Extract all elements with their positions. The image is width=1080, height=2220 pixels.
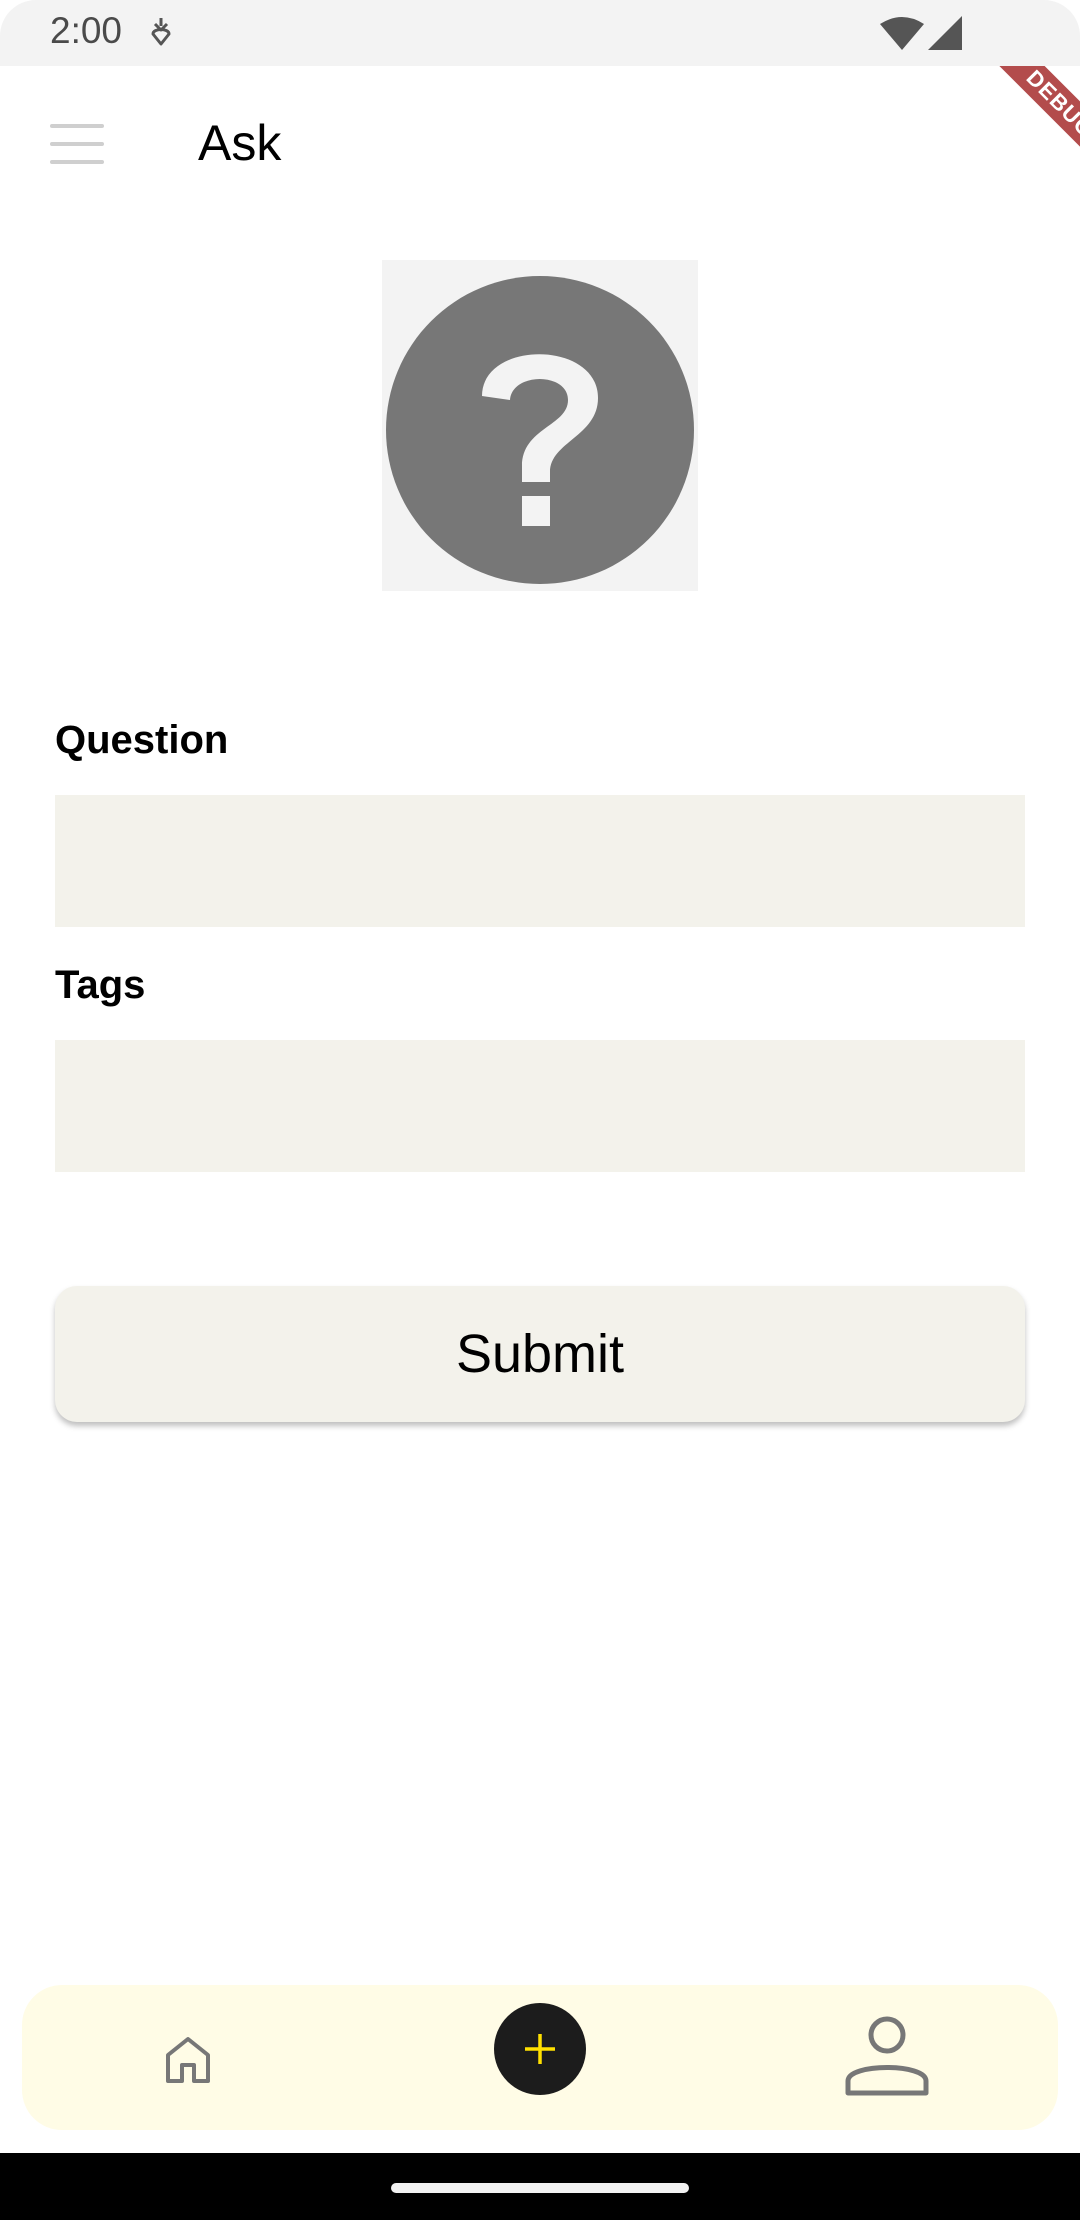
debug-banner-label: DEBUG <box>985 66 1080 179</box>
bottom-nav <box>22 1985 1058 2130</box>
submit-button[interactable]: Submit <box>55 1286 1025 1422</box>
hamburger-menu-icon[interactable] <box>50 124 104 164</box>
tags-label: Tags <box>55 963 146 1007</box>
app-bar: Ask <box>0 66 1080 222</box>
submit-button-label: Submit <box>455 1324 625 1384</box>
system-gesture-bar <box>0 2153 1080 2220</box>
question-image <box>382 260 698 591</box>
status-bar: 2:00 <box>0 0 1080 66</box>
cell-signal-icon <box>928 16 962 50</box>
data-saver-icon <box>151 18 171 46</box>
question-input[interactable] <box>55 795 1025 927</box>
gesture-handle[interactable] <box>391 2183 689 2193</box>
tags-input[interactable] <box>55 1040 1025 1172</box>
page-title: Ask <box>198 115 282 171</box>
add-button[interactable] <box>494 2003 586 2095</box>
home-icon[interactable] <box>162 2033 214 2085</box>
debug-banner: DEBUG <box>960 66 1080 186</box>
add-icon <box>525 2034 555 2064</box>
profile-icon[interactable] <box>842 2015 932 2097</box>
question-label: Question <box>55 718 229 762</box>
help-circle-icon <box>386 276 694 584</box>
wifi-icon <box>880 17 924 50</box>
status-time: 2:00 <box>50 10 123 51</box>
